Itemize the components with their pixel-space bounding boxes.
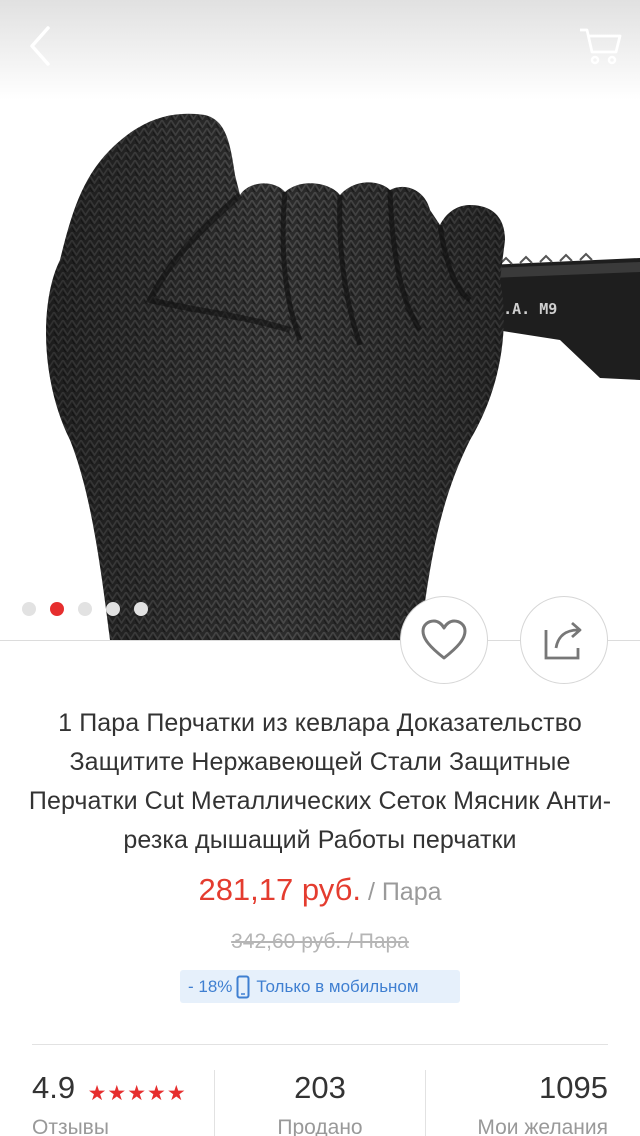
header-overlay bbox=[0, 0, 640, 100]
smartphone-icon bbox=[236, 975, 250, 999]
star-icon: ★ bbox=[127, 1082, 147, 1106]
sold-count: 203 bbox=[294, 1070, 346, 1105]
product-title: 1 Пара Перчатки из кевлара Доказательств… bbox=[28, 709, 612, 854]
star-icon: ★ bbox=[166, 1082, 186, 1106]
gallery-dot[interactable] bbox=[106, 602, 120, 616]
current-price: 281,17 руб. bbox=[198, 872, 361, 907]
gallery-dot-active[interactable] bbox=[50, 602, 64, 616]
divider bbox=[32, 1044, 608, 1045]
sold-stat: 203 Продано bbox=[215, 1070, 425, 1136]
back-button[interactable] bbox=[10, 16, 70, 76]
rating-stars: ★ ★ ★ ★ ★ bbox=[88, 1083, 186, 1104]
wishlist-stat[interactable]: 1095 Мои желания bbox=[426, 1070, 608, 1136]
gallery-pagination bbox=[22, 602, 148, 616]
stat-divider bbox=[425, 1070, 426, 1136]
share-button[interactable] bbox=[520, 596, 608, 684]
mobile-discount-badge: - 18% Только в мобильном bbox=[180, 970, 460, 1003]
rating-value: 4.9 bbox=[32, 1070, 76, 1105]
star-icon: ★ bbox=[107, 1082, 127, 1106]
gallery-dot[interactable] bbox=[134, 602, 148, 616]
old-price: 342,60 руб. / Пара bbox=[231, 930, 409, 953]
old-price-row: 342,60 руб. / Пара bbox=[0, 930, 640, 954]
product-stats: 4.9 ★ ★ ★ ★ ★ Отзывы 203 Продано 1095 Мо… bbox=[0, 1070, 640, 1136]
glove-shape bbox=[46, 113, 505, 640]
rating-label: Отзывы bbox=[32, 1116, 109, 1136]
star-icon: ★ bbox=[147, 1082, 166, 1106]
price-unit: / Пара bbox=[361, 878, 442, 906]
discount-percent: - 18% bbox=[188, 976, 233, 996]
favorite-button[interactable] bbox=[400, 596, 488, 684]
gallery-dot[interactable] bbox=[78, 602, 92, 616]
share-icon bbox=[544, 621, 582, 660]
product-image-gallery[interactable]: U.S.A. M9 bbox=[0, 0, 640, 640]
wishlist-count: 1095 bbox=[539, 1070, 608, 1105]
rating-stat[interactable]: 4.9 ★ ★ ★ ★ ★ Отзывы bbox=[32, 1070, 214, 1136]
gallery-dot[interactable] bbox=[22, 602, 36, 616]
wishlist-label: Мои желания bbox=[477, 1116, 608, 1136]
sold-label: Продано bbox=[277, 1116, 363, 1136]
stat-divider bbox=[214, 1070, 215, 1136]
price-row: 281,17 руб. / Пара bbox=[0, 872, 640, 908]
shopping-cart-icon bbox=[580, 28, 622, 65]
cart-button[interactable] bbox=[570, 16, 630, 76]
mobile-only-label: Только в мобильном bbox=[256, 976, 419, 996]
heart-icon bbox=[421, 619, 467, 660]
chevron-left-icon bbox=[30, 26, 50, 66]
star-icon: ★ bbox=[87, 1082, 107, 1106]
